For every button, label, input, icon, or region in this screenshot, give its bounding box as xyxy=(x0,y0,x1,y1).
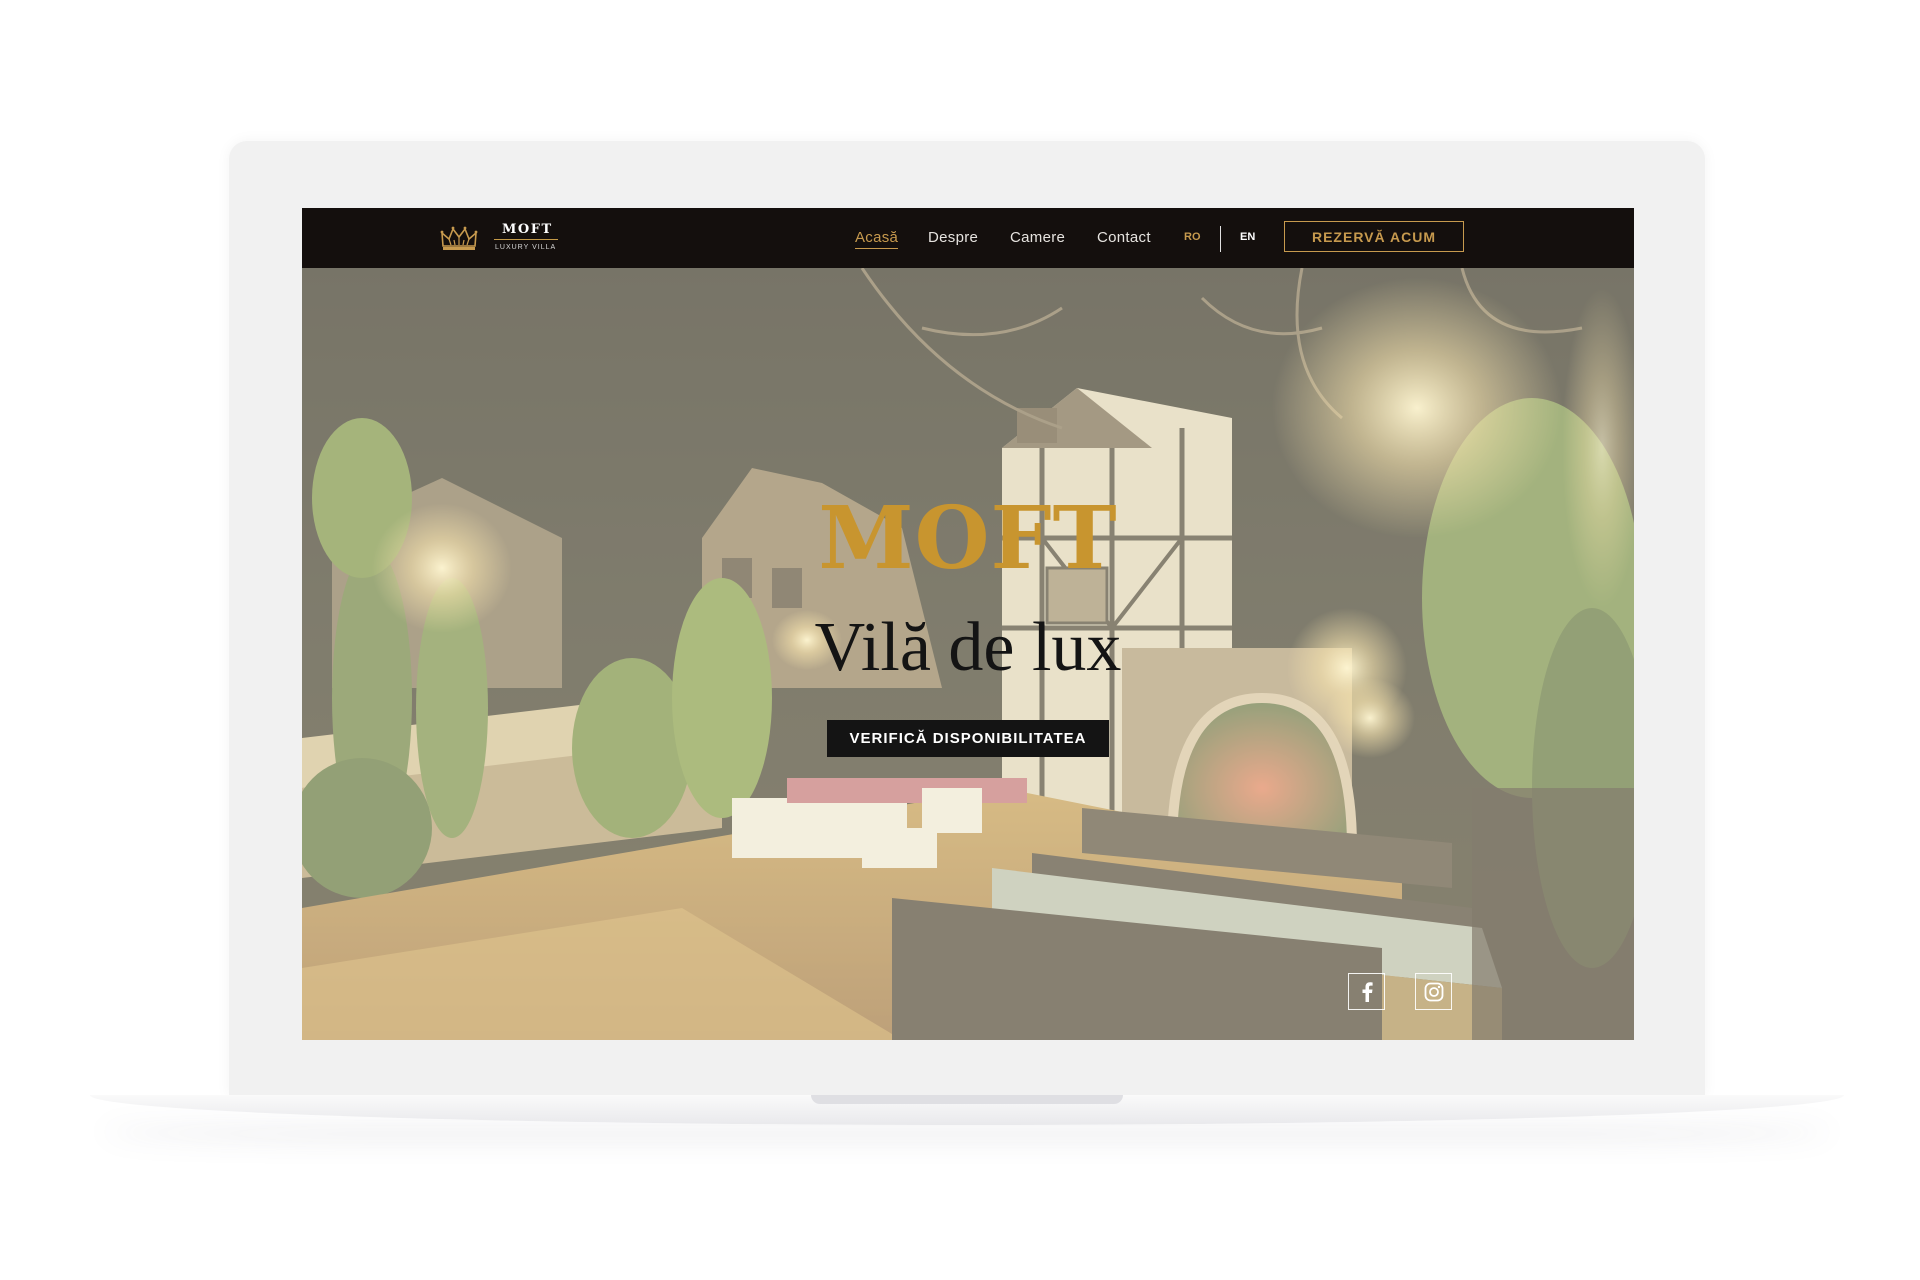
laptop-mockup-notch xyxy=(811,1095,1123,1104)
facebook-link[interactable] xyxy=(1348,973,1385,1010)
book-now-button[interactable]: REZERVĂ ACUM xyxy=(1284,221,1464,252)
nav-link-camere[interactable]: Camere xyxy=(1010,229,1065,246)
hero-section: MOFT Vilă de lux VERIFICĂ DISPONIBILITAT… xyxy=(302,268,1634,1040)
nav-link-despre[interactable]: Despre xyxy=(928,229,978,246)
website-screen: MOFT LUXURY VILLA Acasă Despre Camere Co… xyxy=(302,208,1634,1040)
nav-link-acasa[interactable]: Acasă xyxy=(855,229,899,249)
language-ro[interactable]: RO xyxy=(1184,231,1201,243)
check-availability-button[interactable]: VERIFICĂ DISPONIBILITATEA xyxy=(827,720,1109,757)
instagram-icon xyxy=(1424,982,1443,1001)
language-separator xyxy=(1220,226,1221,252)
hero-brand-heading: MOFT xyxy=(818,488,1118,589)
nav-link-contact[interactable]: Contact xyxy=(1097,229,1151,246)
hero-title: Vilă de lux xyxy=(814,609,1122,686)
facebook-icon xyxy=(1362,981,1373,1002)
top-navbar: MOFT LUXURY VILLA Acasă Despre Camere Co… xyxy=(302,208,1634,268)
language-en[interactable]: EN xyxy=(1240,231,1255,243)
instagram-link[interactable] xyxy=(1415,973,1452,1010)
